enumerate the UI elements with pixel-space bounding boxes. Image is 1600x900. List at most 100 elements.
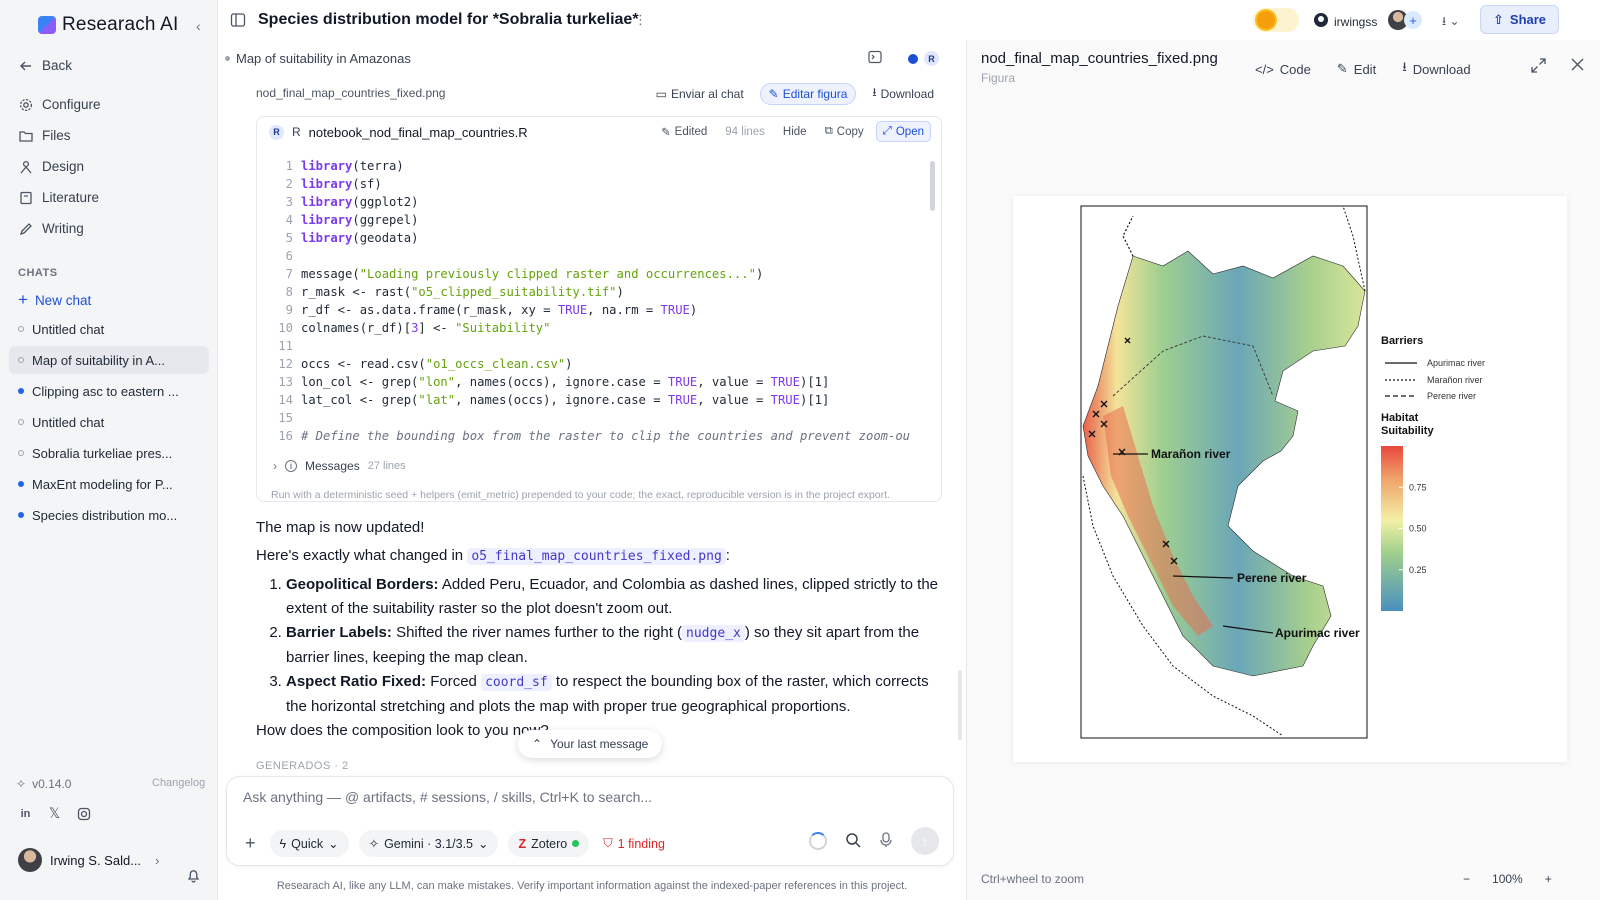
zotero-toggle[interactable]: Z Zotero [508, 830, 590, 857]
nav-writing[interactable]: Writing [18, 221, 84, 236]
last-message-label: Your last message [550, 737, 649, 751]
breadcrumb-label: Map of suitability in Amazonas [236, 51, 411, 66]
send-button[interactable]: ↑ [911, 827, 939, 855]
x-icon[interactable]: 𝕏 [47, 805, 62, 821]
mode-select[interactable]: ϟ Quick ⌄ [269, 830, 349, 857]
inline-code: coord_sf [481, 674, 552, 691]
pencil-icon: ✎ [1336, 61, 1348, 76]
chat-item[interactable]: Clipping asc to eastern ... [9, 377, 209, 405]
nav-files[interactable]: Files [18, 128, 71, 143]
chat-item[interactable]: Map of suitability in A... [9, 346, 209, 374]
app-logo[interactable]: Researach AI [38, 14, 178, 36]
send-to-chat-button[interactable]: ▭ Enviar al chat [648, 84, 752, 104]
change-list: Geopolitical Borders: Added Peru, Ecuado… [256, 573, 942, 719]
microphone-icon[interactable] [879, 831, 893, 851]
search-icon[interactable] [845, 832, 861, 851]
instagram-icon[interactable] [76, 806, 91, 821]
linkedin-icon[interactable]: in [18, 806, 33, 821]
chat-item[interactable]: Untitled chat [9, 315, 209, 343]
zoom-level: 100% [1492, 872, 1523, 886]
sidebar-panel-icon[interactable] [230, 12, 246, 31]
github-username: irwingss [1334, 14, 1378, 29]
copy-code-button[interactable]: ⧉ Copy [819, 122, 870, 141]
code-language: R [292, 125, 301, 139]
plus-icon: + [18, 290, 28, 309]
book-icon [18, 190, 33, 205]
collaborators[interactable]: + [1388, 10, 1422, 30]
zotero-label: Zotero [531, 836, 568, 851]
chat-item[interactable]: MaxEnt modeling for P... [9, 470, 209, 498]
app-name: Researach AI [62, 14, 179, 35]
terminal-icon[interactable] [868, 50, 882, 67]
nav-design[interactable]: Design [18, 159, 84, 174]
close-icon[interactable] [1571, 58, 1584, 74]
back-label: Back [42, 58, 73, 73]
download-button[interactable]: ⭳ Download [1402, 58, 1470, 80]
chevron-down-icon: ⌄ [478, 837, 489, 851]
map-figure[interactable]: Marañon river Perene river Apurimac rive… [1013, 196, 1567, 762]
collapse-sidebar-icon[interactable]: ‹ [196, 18, 201, 34]
attach-button[interactable]: + [241, 827, 260, 860]
message-paragraph: Here's exactly what changed in o5_final_… [256, 544, 942, 569]
nav-configure[interactable]: Configure [18, 97, 101, 112]
download-menu-icon[interactable]: ⭳ ⌄ [1442, 12, 1460, 33]
avatar [18, 848, 42, 872]
chat-scrollbar[interactable] [958, 670, 962, 740]
zoom-controls: − 100% + [1463, 872, 1552, 886]
legend-barriers-title: Barriers [1381, 335, 1423, 347]
status-dot [908, 53, 918, 64]
share-label: Share [1509, 12, 1547, 27]
list-item: Barrier Labels: Shifted the river names … [286, 621, 942, 670]
seed-note: Run with a deterministic seed + helpers … [271, 489, 890, 501]
download-button[interactable]: ⭳ Download [864, 80, 942, 107]
r-language-icon: R [924, 51, 939, 66]
nav-literature[interactable]: Literature [18, 190, 99, 205]
back-button[interactable]: Back [18, 58, 72, 73]
user-name: Irwing S. Sald... [50, 852, 142, 868]
line-count: 94 lines [725, 125, 765, 138]
more-options-icon[interactable]: ⋮ [634, 12, 647, 28]
finding-badge[interactable]: ⛉ 1 finding [599, 830, 669, 857]
open-code-button[interactable]: ⤢ Open [875, 121, 931, 142]
chat-input[interactable] [243, 789, 923, 805]
messages-toggle[interactable]: › i Messages 27 lines [273, 459, 406, 473]
edit-button[interactable]: ✎ Edit [1337, 61, 1376, 77]
user-menu[interactable]: Irwing S. Sald... › [18, 848, 159, 872]
shield-icon: ⛉ [603, 836, 613, 850]
code-button[interactable]: </> Code [1255, 62, 1311, 77]
chat-item-label: MaxEnt modeling for P... [32, 476, 173, 492]
zoom-out-button[interactable]: − [1463, 872, 1470, 886]
chat-item[interactable]: Untitled chat [9, 408, 209, 436]
nav-label: Configure [42, 97, 101, 112]
loading-spinner-icon [809, 832, 827, 850]
github-account[interactable]: irwingss [1313, 12, 1377, 31]
zoom-in-button[interactable]: + [1545, 872, 1552, 886]
chat-item-label: Species distribution mo... [32, 507, 178, 523]
composer-actions: ↑ [809, 827, 939, 855]
code-scrollbar[interactable] [930, 161, 935, 211]
folder-icon [18, 128, 33, 143]
chat-item[interactable]: Sobralia turkeliae pres... [9, 439, 209, 467]
suitability-map: Marañon river Perene river Apurimac rive… [1080, 205, 1485, 739]
bell-icon[interactable] [186, 868, 201, 886]
code-block[interactable]: 1 library(terra) 2 library(sf) 3 library(gg… [269, 157, 919, 449]
bolt-icon: ϟ [279, 836, 287, 851]
hide-code-button[interactable]: Hide [777, 123, 813, 141]
legend-suitability-title: Habitat [1381, 412, 1419, 424]
theme-toggle[interactable] [1253, 8, 1299, 32]
sidebar: Researach AI ‹ Back Configure Files Desi… [0, 0, 218, 900]
edit-figure-button[interactable]: ✎ Editar figura [759, 82, 857, 105]
changelog-link[interactable]: Changelog [152, 777, 205, 789]
chat-item-label: Sobralia turkeliae pres... [32, 445, 173, 461]
sparkle-icon: ✧ [368, 837, 380, 851]
expand-icon[interactable] [1531, 58, 1546, 76]
assistant-message: The map is now updated! Here's exactly w… [256, 516, 942, 747]
list-item-text: Forced [430, 673, 477, 690]
artifact-file-name[interactable]: nod_final_map_countries_fixed.png [256, 86, 445, 100]
chat-item[interactable]: Species distribution mo... [9, 501, 209, 529]
share-button[interactable]: ⇧ Share [1480, 5, 1560, 34]
model-select[interactable]: ✧ Gemini · 3.1/3.5 ⌄ [358, 830, 499, 857]
new-chat-button[interactable]: + New chat [18, 290, 91, 310]
list-item-title: Barrier Labels: [286, 624, 392, 641]
jump-to-last-message-button[interactable]: ⌃ Your last message [518, 730, 663, 758]
